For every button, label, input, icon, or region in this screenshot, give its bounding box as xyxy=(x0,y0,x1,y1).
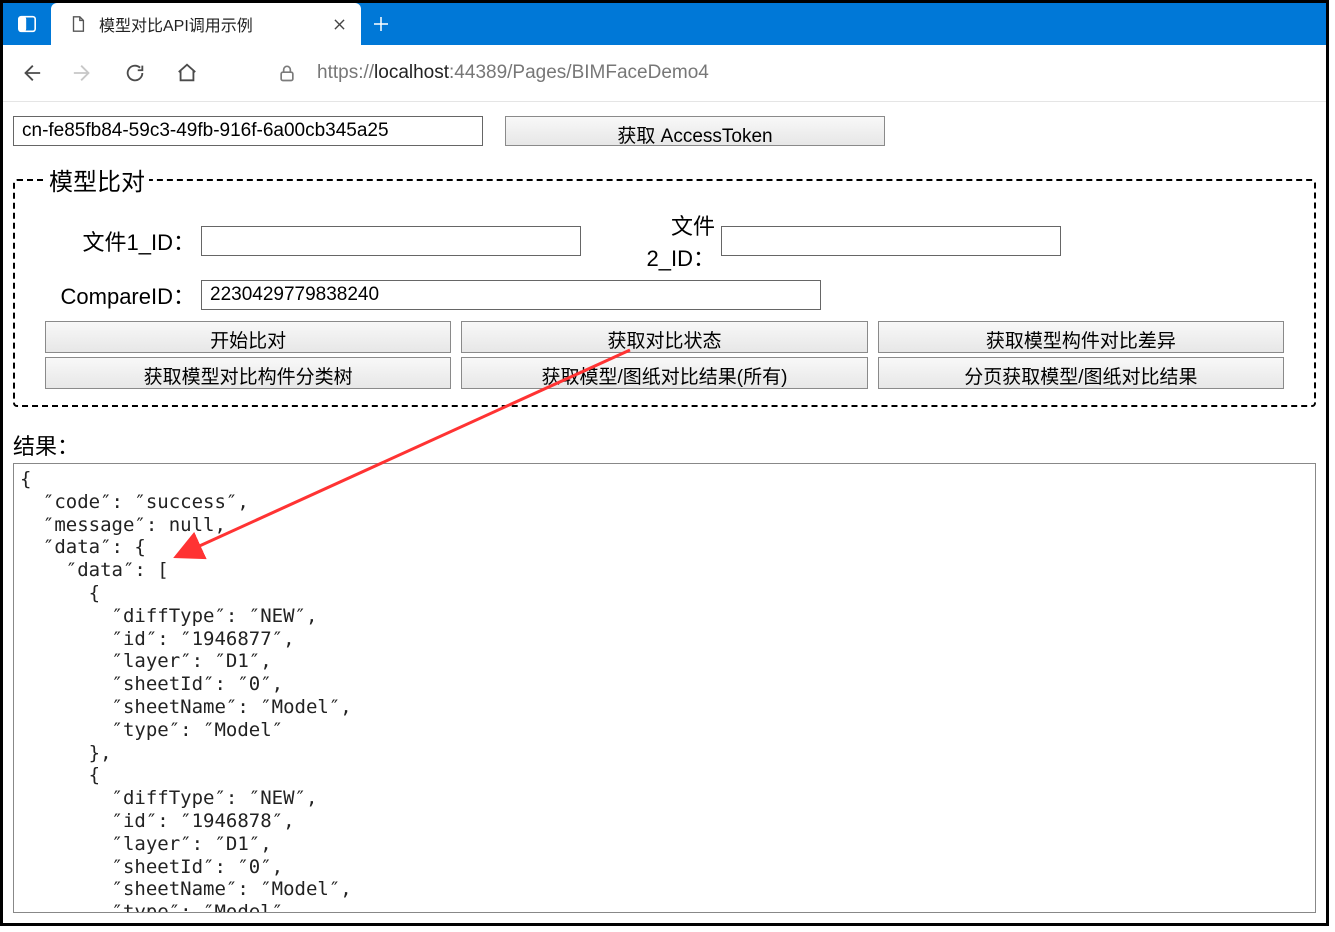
compare-fieldset: 模型比对 文件1_ID： 文件2_ID： CompareID： 开始比对 获取对… xyxy=(13,162,1316,407)
action-button-grid: 开始比对 获取对比状态 获取模型构件对比差异 获取模型对比构件分类树 获取模型/… xyxy=(45,321,1284,389)
get-category-tree-button[interactable]: 获取模型对比构件分类树 xyxy=(45,357,451,389)
file1-id-input[interactable] xyxy=(201,226,581,256)
new-tab-button[interactable] xyxy=(361,3,401,45)
browser-window: 模型对比API调用示例 https://localhost:44389/Page… xyxy=(0,0,1329,926)
refresh-button[interactable] xyxy=(123,61,147,85)
app-key-row: 获取 AccessToken xyxy=(13,116,1316,146)
get-all-results-button[interactable]: 获取模型/图纸对比结果(所有) xyxy=(461,357,867,389)
get-access-token-button[interactable]: 获取 AccessToken xyxy=(505,116,885,146)
get-compare-status-button[interactable]: 获取对比状态 xyxy=(461,321,867,353)
lock-icon[interactable] xyxy=(275,61,299,85)
page-icon xyxy=(69,15,87,33)
compare-id-input[interactable] xyxy=(201,280,821,310)
tab-actions-icon[interactable] xyxy=(17,15,37,33)
result-section: 结果： { ″code″: ″success″, ″message″: null… xyxy=(13,429,1316,913)
toolbar: https://localhost:44389/Pages/BIMFaceDem… xyxy=(3,45,1326,102)
file2-label: 文件2_ID： xyxy=(605,209,715,273)
compare-id-row: CompareID： xyxy=(45,279,1284,311)
url-path: :44389/Pages/BIMFaceDemo4 xyxy=(449,62,709,83)
back-button[interactable] xyxy=(19,61,43,85)
tab-title: 模型对比API调用示例 xyxy=(99,12,315,36)
app-key-input[interactable] xyxy=(13,116,483,146)
url-host: localhost xyxy=(374,62,449,83)
get-component-diff-button[interactable]: 获取模型构件对比差异 xyxy=(878,321,1284,353)
title-bar-left xyxy=(3,3,51,45)
tab-close-button[interactable] xyxy=(327,12,351,36)
file1-label: 文件1_ID： xyxy=(45,225,195,257)
file2-id-input[interactable] xyxy=(721,226,1061,256)
compare-id-label: CompareID： xyxy=(45,279,195,311)
page-content: 获取 AccessToken 模型比对 文件1_ID： 文件2_ID： Comp… xyxy=(3,102,1326,923)
file-id-row: 文件1_ID： 文件2_ID： xyxy=(45,209,1284,273)
start-compare-button[interactable]: 开始比对 xyxy=(45,321,451,353)
home-button[interactable] xyxy=(175,61,199,85)
browser-tab[interactable]: 模型对比API调用示例 xyxy=(51,3,361,45)
url-display[interactable]: https://localhost:44389/Pages/BIMFaceDem… xyxy=(317,62,709,84)
result-label: 结果： xyxy=(13,429,1316,461)
title-bar: 模型对比API调用示例 xyxy=(3,3,1326,45)
get-paged-results-button[interactable]: 分页获取模型/图纸对比结果 xyxy=(878,357,1284,389)
forward-button[interactable] xyxy=(71,61,95,85)
compare-legend: 模型比对 xyxy=(45,162,149,197)
result-textarea[interactable]: { ″code″: ″success″, ″message″: null, ″d… xyxy=(13,463,1316,913)
url-protocol: https:// xyxy=(317,62,374,83)
